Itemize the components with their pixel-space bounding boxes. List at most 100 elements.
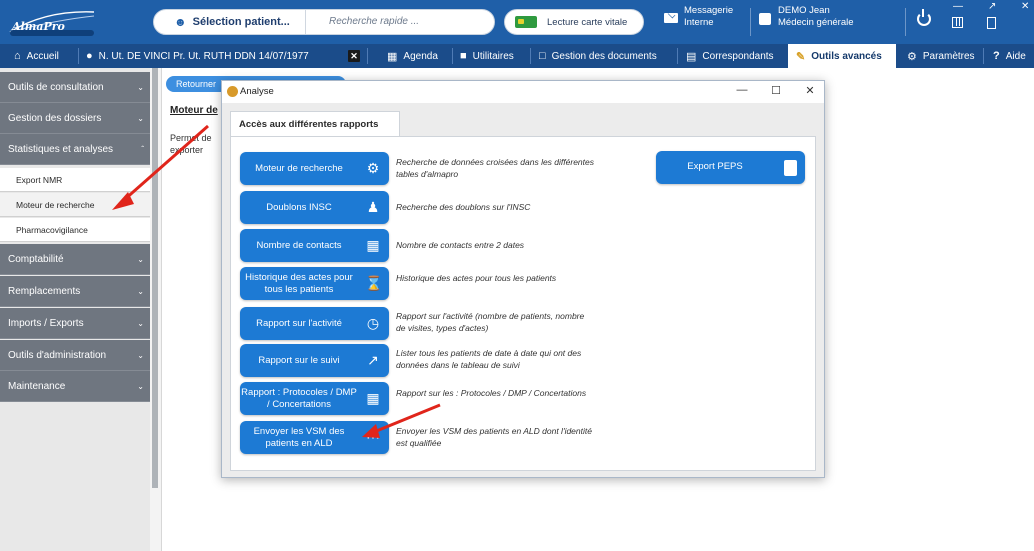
page-description: Permet de exporter [170, 133, 212, 155]
close-patient-button[interactable]: ✕ [348, 44, 360, 68]
nav-settings[interactable]: ⚙ Paramètres [907, 44, 975, 68]
nav-divider [367, 48, 368, 64]
sidebar-section-label: Gestion des dossiers [8, 112, 102, 124]
restore-icon[interactable]: ↗ [988, 1, 996, 12]
utilities-icon: ■ [460, 50, 467, 62]
close-icon[interactable]: ✕ [1021, 1, 1029, 12]
user-profile-button[interactable]: DEMO Jean Médecin générale [778, 5, 854, 29]
nav-divider [78, 48, 79, 64]
sidebar-item-search-engine[interactable]: Moteur de recherche [0, 193, 150, 217]
nav-correspondents[interactable]: ▤ Correspondants [686, 44, 774, 68]
sidebar-item-pharmacovigilance[interactable]: Pharmacovigilance [0, 218, 150, 242]
nav-utilities-label: Utilitaires [472, 50, 514, 62]
exit-icon[interactable] [987, 17, 996, 29]
sidebar-section-label: Maintenance [8, 380, 66, 392]
search-engine-button[interactable]: Moteur de recherche ⚙ [240, 152, 389, 185]
export-peps-button[interactable]: Export PEPS [656, 151, 805, 184]
nav-agenda[interactable]: ▦ Agenda [387, 44, 438, 68]
tab-reports[interactable]: Accès aux différentes rapports [230, 111, 400, 137]
user-icon: ☻ [174, 15, 187, 29]
button-label: Doublons INSC [266, 201, 332, 213]
button-description: Rapport sur l'activité (nombre de patien… [396, 311, 585, 333]
divider [750, 8, 751, 36]
dialog-title: Analyse [240, 86, 274, 97]
patient-search-pill: ☻ Sélection patient... Recherche rapide … [153, 9, 495, 35]
report-chart-icon: ↗ [367, 352, 379, 368]
help-icon: ? [993, 50, 1000, 62]
messaging-label: Messagerie [684, 5, 734, 16]
sidebar-section-consultation[interactable]: Outils de consultation ⌄ [0, 72, 150, 103]
sidebar-section-accounting[interactable]: Comptabilité ⌄ [0, 244, 150, 275]
sidebar-section-label: Outils d'administration [8, 349, 107, 361]
acts-history-button[interactable]: Historique des actes pour tous les patie… [240, 267, 389, 300]
nav-documents[interactable]: □ Gestion des documents [539, 44, 657, 68]
contacts-icon: ▤ [686, 50, 697, 63]
sidebar-section-label: Statistiques et analyses [8, 143, 114, 155]
people-icon: ♟ [366, 199, 380, 215]
home-icon: ⌂ [14, 50, 21, 62]
button-description: Envoyer les VSM des patients en ALD dont… [396, 426, 592, 448]
app-icon [227, 86, 238, 97]
minimize-icon[interactable]: — [953, 1, 963, 12]
reports-panel: Moteur de recherche ⚙ Recherche de donné… [230, 136, 816, 471]
contacts-count-button[interactable]: Nombre de contacts ▦ [240, 229, 389, 262]
patient-selection-button[interactable]: ☻ Sélection patient... [154, 10, 306, 34]
grid-icon[interactable] [952, 17, 963, 28]
nav-patient[interactable]: ● N. Ut. DE VINCI Pr. Ut. RUTH DDN 14/07… [86, 44, 309, 68]
hourglass-icon: ⌛ [365, 275, 383, 291]
sidebar-section-label: Remplacements [8, 285, 81, 297]
nav-home[interactable]: ⌂ Accueil [14, 44, 59, 68]
dialog-titlebar[interactable]: Analyse — ☐ ✕ [222, 81, 824, 103]
minimize-icon[interactable]: — [734, 84, 750, 96]
send-vsm-button[interactable]: Envoyer les VSM des patients en ALD ⋯ [240, 421, 389, 454]
patient-icon: ● [86, 50, 93, 62]
quick-search-input[interactable]: Recherche rapide ... [329, 16, 419, 27]
sidebar-section-imports-exports[interactable]: Imports / Exports ⌄ [0, 308, 150, 339]
sidebar-section-label: Outils de consultation [8, 81, 104, 93]
power-icon[interactable] [917, 9, 931, 26]
export-file-icon [784, 160, 797, 176]
chevron-up-icon: ˆ [141, 144, 144, 154]
nav-divider [452, 48, 453, 64]
nav-utilities[interactable]: ■ Utilitaires [460, 44, 514, 68]
splitter[interactable] [150, 68, 162, 551]
messaging-button[interactable]: Messagerie Interne [684, 5, 733, 29]
activity-report-button[interactable]: Rapport sur l'activité ◷ [240, 307, 389, 340]
user-role: Médecin générale [778, 17, 854, 28]
card-reader-button[interactable]: Lecture carte vitale [504, 9, 644, 35]
search-db-icon: ⚙ [366, 160, 380, 176]
close-x-icon: ✕ [348, 50, 360, 62]
close-icon[interactable]: ✕ [802, 84, 818, 97]
maximize-icon[interactable]: ☐ [768, 84, 784, 97]
follow-up-report-button[interactable]: Rapport sur le suivi ↗ [240, 344, 389, 377]
sidebar-section-records[interactable]: Gestion des dossiers ⌄ [0, 103, 150, 134]
calendar-icon: ▦ [366, 237, 380, 253]
nav-documents-label: Gestion des documents [551, 50, 657, 62]
nav-divider [677, 48, 678, 64]
button-description: Recherche des doublons sur l'INSC [396, 202, 531, 212]
wrench-icon: ✎ [796, 50, 806, 63]
sidebar-section-maintenance[interactable]: Maintenance ⌄ [0, 371, 150, 402]
button-description: Historique des actes pour tous les patie… [396, 273, 557, 283]
logo-text: AlmaPro [12, 20, 65, 33]
scrollbar[interactable] [152, 68, 158, 488]
sidebar-item-label: Moteur de recherche [16, 199, 95, 210]
nav-settings-label: Paramètres [922, 50, 975, 62]
button-label: Export PEPS [687, 161, 743, 172]
vitale-card-icon [515, 16, 537, 28]
sidebar-section-admin[interactable]: Outils d'administration ⌄ [0, 340, 150, 371]
nav-correspondents-label: Correspondants [702, 50, 774, 62]
nav-advanced-tools[interactable]: ✎ Outils avancés [788, 44, 896, 68]
sidebar-section-statistics[interactable]: Statistiques et analyses ˆ [0, 134, 150, 165]
mail-icon[interactable] [664, 13, 678, 23]
sidebar-item-export-nmr[interactable]: Export NMR [0, 168, 150, 192]
sidebar-section-replacements[interactable]: Remplacements ⌄ [0, 276, 150, 307]
duplicates-insc-button[interactable]: Doublons INSC ♟ [240, 191, 389, 224]
chevron-down-icon: ⌄ [137, 381, 144, 391]
button-label: Envoyer les VSM des patients en ALD [253, 425, 345, 449]
protocols-report-button[interactable]: Rapport : Protocoles / DMP / Concertatio… [240, 382, 389, 415]
sidebar-section-label: Imports / Exports [8, 317, 84, 329]
nav-help-label: Aide [1005, 50, 1026, 62]
button-label: Rapport sur l'activité [256, 317, 342, 329]
nav-help[interactable]: ? Aide [993, 44, 1026, 68]
